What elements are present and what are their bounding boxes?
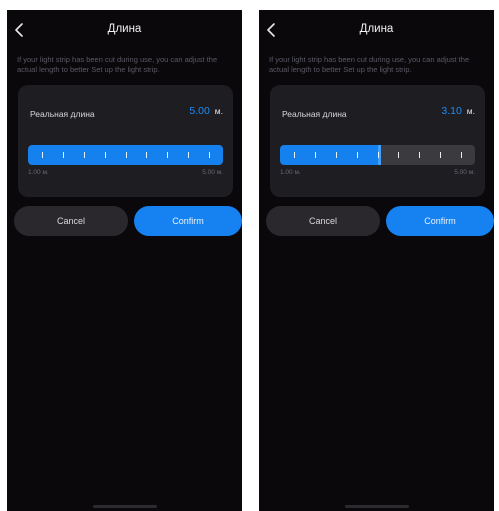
slider-tick <box>83 152 85 158</box>
slider-tick <box>104 152 106 158</box>
slider-tick <box>62 152 64 158</box>
phone-screen-right: Длина If your light strip has been cut d… <box>259 10 494 511</box>
slider-tick <box>356 152 358 158</box>
confirm-button[interactable]: Confirm <box>386 206 494 236</box>
length-value-number: 3.10 <box>441 105 462 117</box>
length-slider[interactable] <box>28 145 223 165</box>
length-label: Реальная длина <box>282 109 347 119</box>
length-value-unit: м. <box>214 106 223 116</box>
confirm-button[interactable]: Confirm <box>134 206 242 236</box>
slider-fill <box>280 145 382 165</box>
slider-min-label: 1.00 м. <box>28 169 49 176</box>
description-text: If your light strip has been cut during … <box>17 55 218 74</box>
cancel-button[interactable]: Cancel <box>266 206 380 236</box>
slider-tick <box>209 152 211 158</box>
phone-screen-left: Длина If your light strip has been cut d… <box>7 10 242 511</box>
slider-tick <box>167 152 169 158</box>
length-slider[interactable] <box>280 145 475 165</box>
length-value-number: 5.00 <box>189 105 210 117</box>
slider-tick <box>419 152 421 158</box>
slider-tick <box>377 152 379 158</box>
slider-tick <box>335 152 337 158</box>
slider-handle[interactable] <box>378 145 382 165</box>
slider-tick <box>41 152 43 158</box>
slider-tick <box>461 152 463 158</box>
slider-max-label: 5.00 м. <box>454 169 475 176</box>
slider-tick <box>188 152 190 158</box>
slider-tick <box>398 152 400 158</box>
slider-max-label: 5.00 м. <box>202 169 223 176</box>
slider-tick <box>146 152 148 158</box>
home-indicator <box>92 505 157 508</box>
length-card: Реальная длина 3.10 м. 1.00 м. 5.00 м. <box>270 85 485 197</box>
description-text: If your light strip has been cut during … <box>269 55 470 74</box>
slider-tick <box>314 152 316 158</box>
length-card: Реальная длина 5.00 м. 1.00 м. 5.00 м. <box>18 85 233 197</box>
slider-min-label: 1.00 м. <box>280 169 301 176</box>
slider-tick <box>293 152 295 158</box>
page-title: Длина <box>359 23 394 35</box>
home-indicator <box>344 505 409 508</box>
length-value: 3.10 м. <box>441 105 475 117</box>
length-label: Реальная длина <box>30 109 95 119</box>
slider-tick <box>440 152 442 158</box>
length-value: 5.00 м. <box>189 105 223 117</box>
length-value-unit: м. <box>466 106 475 116</box>
page-title: Длина <box>107 23 142 35</box>
cancel-button[interactable]: Cancel <box>14 206 128 236</box>
slider-tick <box>125 152 127 158</box>
